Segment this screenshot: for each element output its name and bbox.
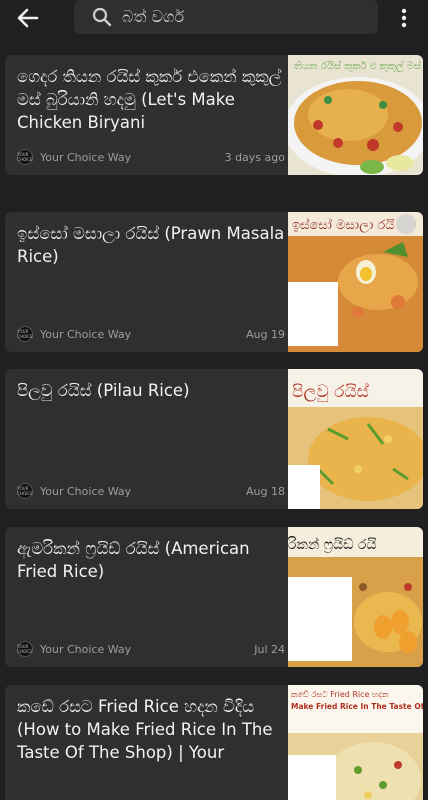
post-thumbnail[interactable]: රිකන් ෆ්‍රයිඩ් රයි [288,527,423,667]
search-bar[interactable]: බත් වර්ග [74,0,378,34]
post-body: ඇමරිකන් ෆ්‍රයිඩ් රයිස් (American Fried R… [5,527,288,667]
post-date: Aug 18 [246,484,285,498]
pilau-rice-image: පිලවු රයිස් [288,369,423,509]
post-title[interactable]: ඇමරිකන් ෆ්‍රයිඩ් රයිස් (American Fried R… [17,537,285,607]
search-query[interactable]: බත් වර්ග [122,7,184,27]
svg-text:කඩේ රසට Fried Rice හදන: කඩේ රසට Fried Rice හදන [291,690,389,699]
thumb-caption: තියන රයිස් කුකර් එ කුකුල් මස් බුරියානි [294,59,423,72]
post-meta: YOUR CHOICE Your Choice Way Aug 19 [17,326,285,342]
more-options-button[interactable] [394,6,414,30]
biryani-image: තියන රයිස් කුකර් එ කුකුල් මස් බුරියානි [288,55,423,175]
top-bar: බත් වර්ග [0,0,428,36]
back-button[interactable] [14,5,42,31]
arrow-left-icon [17,8,39,28]
author-name[interactable]: Your Choice Way [40,328,246,341]
thumb-caption: Make Fried Rice In The Taste Of The Shop [291,702,423,711]
post-thumbnail[interactable]: ඉස්සෝ මසාලා රයි [288,212,423,352]
post-body: කඩේ රසට Fried Rice හදන විදිය (How to Mak… [5,685,288,800]
thumb-caption: රිකන් ෆ්‍රයිඩ් රයි [288,537,377,554]
avatar-text: YOUR CHOICE [17,486,33,496]
post-body: ඉස්සෝ මසාලා රයිස් (Prawn Masala Rice) YO… [5,212,288,352]
post-thumbnail[interactable]: පිලවු රයිස් [288,369,423,509]
post-body: පිලවු රයිස් (Pilau Rice) YOUR CHOICE You… [5,369,288,509]
avatar-text: YOUR CHOICE [17,644,33,654]
author-name[interactable]: Your Choice Way [40,485,246,498]
post-body: ගෙදර තියන රයිස් කුකර් එකෙන් කුකුල් මස් බ… [5,55,288,175]
post-title[interactable]: කඩේ රසට Fried Rice හදන විදිය (How to Mak… [17,695,285,787]
avatar-text: YOUR CHOICE [17,329,33,339]
author-name[interactable]: Your Choice Way [40,643,254,656]
post-date: 3 days ago [224,150,285,164]
post-date: Jul 24 [254,642,285,656]
thumb-caption: ඉස්සෝ මසාලා රයි [292,217,395,233]
author-avatar[interactable]: YOUR CHOICE [17,641,33,657]
post-card[interactable]: ඉස්සෝ මසාලා රයිස් (Prawn Masala Rice) YO… [5,212,423,352]
post-title[interactable]: ඉස්සෝ මසාලා රයිස් (Prawn Masala Rice) [17,222,285,292]
post-title[interactable]: පිලවු රයිස් (Pilau Rice) [17,379,285,425]
search-icon [92,7,112,27]
post-meta: YOUR CHOICE Your Choice Way 3 days ago [17,149,285,165]
avatar-text: YOUR CHOICE [17,152,33,162]
post-meta: YOUR CHOICE Your Choice Way Jul 24 [17,641,285,657]
post-thumbnail[interactable]: කඩේ රසට Fried Rice හදන Make Fried Rice I… [288,685,423,800]
post-card[interactable]: පිලවු රයිස් (Pilau Rice) YOUR CHOICE You… [5,369,423,509]
post-card[interactable]: ඇමරිකන් ෆ්‍රයිඩ් රයිස් (American Fried R… [5,527,423,667]
prawn-rice-image: ඉස්සෝ මසාලා රයි [288,212,423,352]
american-fried-rice-image: රිකන් ෆ්‍රයිඩ් රයි [288,527,423,667]
fried-rice-image: කඩේ රසට Fried Rice හදන Make Fried Rice I… [288,685,423,800]
more-vert-icon [401,8,407,28]
author-avatar[interactable]: YOUR CHOICE [17,483,33,499]
post-date: Aug 19 [246,327,285,341]
author-name[interactable]: Your Choice Way [40,151,225,164]
post-card[interactable]: කඩේ රසට Fried Rice හදන විදිය (How to Mak… [5,685,423,800]
post-title[interactable]: ගෙදර තියන රයිස් කුකර් එකෙන් කුකුල් මස් බ… [17,65,285,157]
post-thumbnail[interactable]: තියන රයිස් කුකර් එ කුකුල් මස් බුරියානි [288,55,423,175]
post-card[interactable]: ගෙදර තියන රයිස් කුකර් එකෙන් කුකුල් මස් බ… [5,55,423,175]
author-avatar[interactable]: YOUR CHOICE [17,326,33,342]
post-meta: YOUR CHOICE Your Choice Way Aug 18 [17,483,285,499]
thumb-caption: පිලවු රයිස් [292,382,369,402]
author-avatar[interactable]: YOUR CHOICE [17,149,33,165]
